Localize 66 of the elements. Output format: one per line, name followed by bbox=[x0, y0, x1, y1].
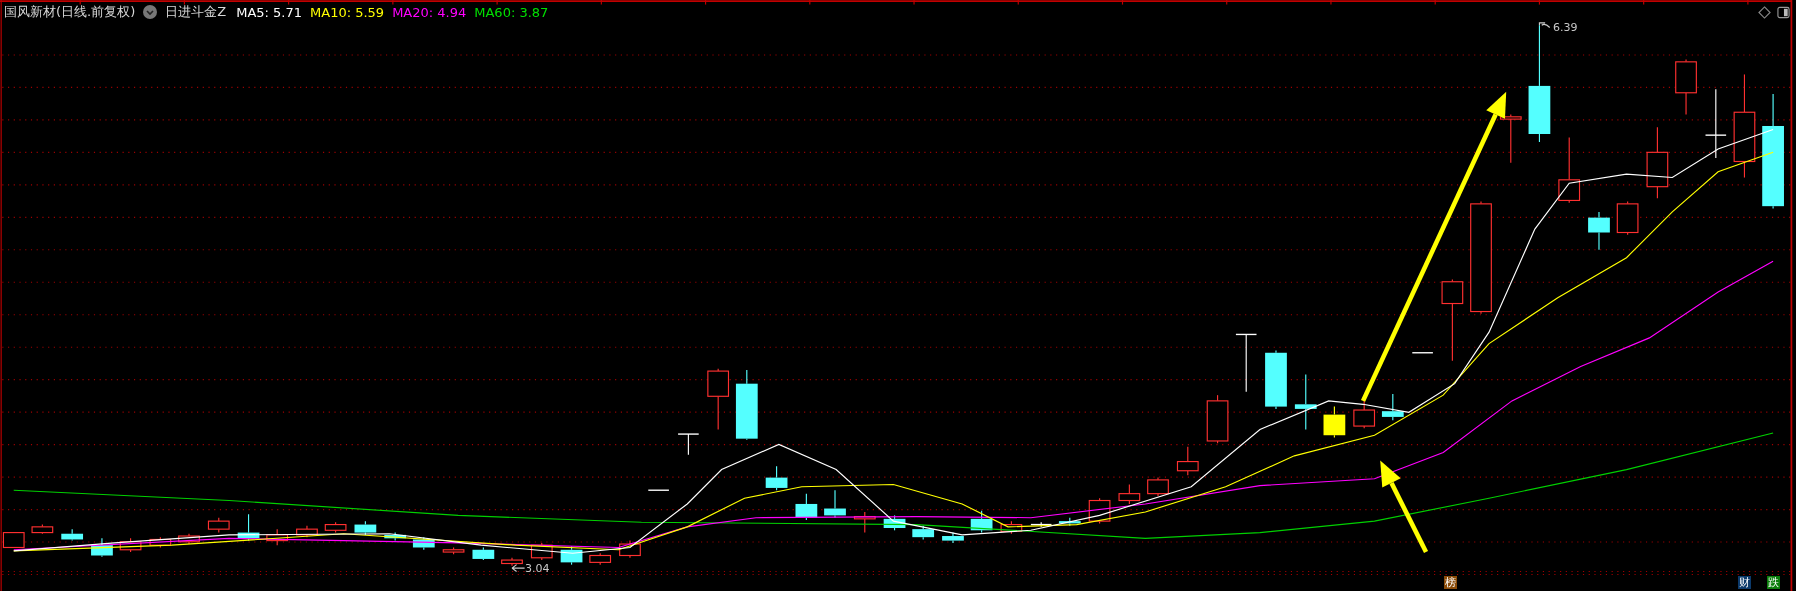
candlestick bbox=[1323, 406, 1346, 439]
price-label: 3.04 bbox=[525, 562, 550, 575]
candlestick bbox=[824, 489, 846, 519]
candlestick bbox=[1000, 520, 1023, 535]
chart-badge[interactable]: 跌 bbox=[1767, 576, 1780, 589]
stock-title: 国风新材(日线.前复权) bbox=[4, 3, 136, 21]
candlestick bbox=[1704, 88, 1727, 159]
candlestick bbox=[91, 537, 113, 558]
candlestick bbox=[61, 528, 84, 542]
candlestick bbox=[1353, 400, 1376, 429]
candlestick bbox=[1381, 393, 1404, 421]
candlestick bbox=[31, 524, 54, 535]
ma-value: MA10: 5.59 bbox=[310, 4, 385, 20]
price-label: 6.39 bbox=[1553, 21, 1578, 34]
ma-value: MA5: 5.71 bbox=[236, 4, 303, 20]
candlestick bbox=[207, 517, 230, 534]
candlestick bbox=[178, 533, 200, 545]
candlestick bbox=[735, 369, 758, 441]
leader-line bbox=[511, 564, 526, 573]
chart-badge[interactable]: 榜 bbox=[1444, 576, 1457, 589]
candlestick bbox=[1235, 333, 1258, 393]
panel-toggle-icon[interactable] bbox=[1777, 6, 1790, 19]
leader-line bbox=[1538, 22, 1551, 29]
candlestick bbox=[647, 489, 670, 491]
candlestick bbox=[266, 528, 289, 546]
candlestick bbox=[412, 536, 435, 551]
candlestick bbox=[619, 540, 641, 559]
candlestick bbox=[795, 493, 818, 521]
candlestick bbox=[1588, 211, 1610, 251]
candlestick bbox=[324, 521, 347, 534]
candlestick bbox=[1675, 59, 1697, 116]
candlestick bbox=[912, 525, 935, 541]
candlestick bbox=[1294, 373, 1317, 431]
chart-badge[interactable]: 财 bbox=[1738, 576, 1751, 589]
candlestick bbox=[765, 465, 788, 491]
candlestick bbox=[1265, 349, 1287, 410]
candlestick bbox=[1411, 352, 1434, 354]
candlestick bbox=[677, 433, 700, 456]
candlestick bbox=[119, 537, 142, 553]
candlestick bbox=[1058, 517, 1081, 527]
candlestick bbox=[560, 545, 583, 566]
candlestick bbox=[296, 525, 318, 538]
ma-value: MA20: 4.94 bbox=[392, 4, 467, 20]
dropdown-icon[interactable] bbox=[143, 5, 158, 19]
candlestick bbox=[472, 546, 495, 561]
candlestick bbox=[1176, 446, 1199, 476]
candlestick bbox=[1616, 201, 1639, 236]
diamond-icon[interactable] bbox=[1758, 6, 1771, 19]
candlestick bbox=[501, 557, 523, 567]
candlestick bbox=[883, 514, 906, 531]
candlestick bbox=[970, 510, 993, 534]
candlestick bbox=[853, 511, 876, 534]
candlestick bbox=[1147, 477, 1169, 497]
candlestick bbox=[942, 532, 964, 544]
candlestick bbox=[589, 552, 612, 566]
candlestick bbox=[707, 368, 730, 431]
candlestick bbox=[384, 532, 407, 542]
ma-value: MA60: 3.87 bbox=[474, 4, 549, 20]
candlestick bbox=[1558, 136, 1581, 204]
candlestick bbox=[1030, 521, 1053, 528]
candlestick bbox=[1499, 113, 1522, 164]
candlestick bbox=[1118, 483, 1141, 505]
candlestick bbox=[149, 536, 172, 549]
candlestick bbox=[1206, 394, 1229, 444]
candlestick bbox=[354, 520, 377, 536]
indicator-name[interactable]: 日进斗金Z bbox=[165, 3, 227, 21]
